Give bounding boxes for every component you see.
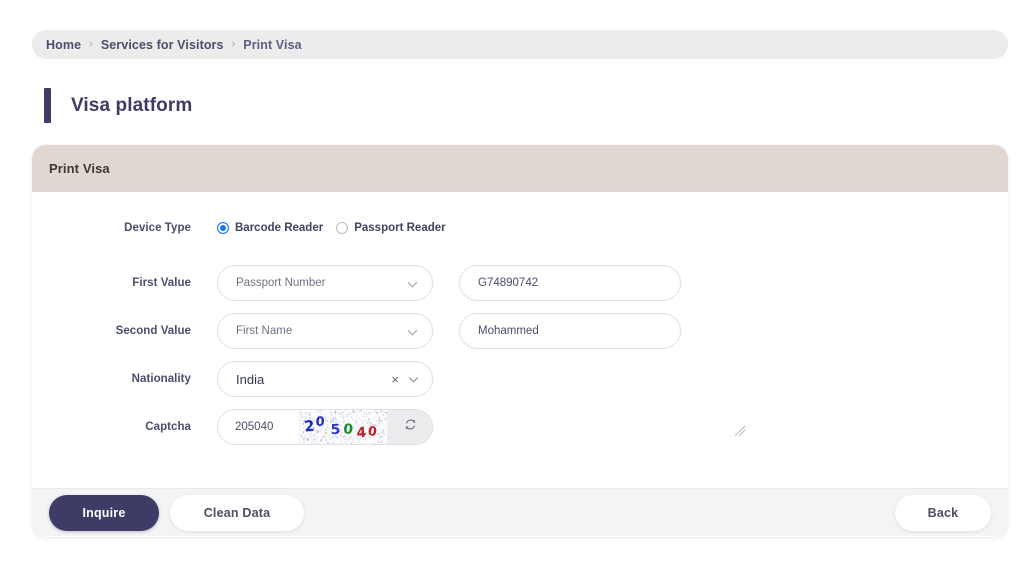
chevron-down-icon xyxy=(409,279,418,288)
card-header: Print Visa xyxy=(32,145,1008,192)
select-nationality[interactable]: India × xyxy=(217,361,433,397)
select-second-value-type[interactable]: First Name xyxy=(217,313,433,349)
captcha-noise-canvas: 205040 xyxy=(300,410,387,444)
radio-group-device-type: Barcode Reader Passport Reader xyxy=(217,222,446,234)
input-first-value-text: G74890742 xyxy=(478,277,539,289)
radio-passport-reader[interactable]: Passport Reader xyxy=(336,222,446,234)
select-second-value-type-value: First Name xyxy=(236,325,293,337)
resize-handle-icon[interactable] xyxy=(734,424,746,437)
captcha-digit: 2 xyxy=(303,418,315,436)
refresh-icon xyxy=(404,418,417,436)
print-visa-page: Home › Services for Visitors › Print Vis… xyxy=(0,0,1024,563)
input-second-value[interactable]: Mohammed xyxy=(459,313,681,349)
captcha-image: 205040 xyxy=(300,410,388,444)
card-body: Device Type Barcode Reader Passport Read… xyxy=(32,192,1008,489)
select-nationality-controls: × xyxy=(391,370,418,388)
label-captcha: Captcha xyxy=(145,421,191,433)
breadcrumb-separator-icon: › xyxy=(89,38,93,50)
card-header-title: Print Visa xyxy=(49,161,110,176)
form-row-second-value: Second Value First Name Mohammed xyxy=(32,313,681,349)
input-captcha-text: 205040 xyxy=(235,421,274,433)
card-footer: Inquire Clean Data Back xyxy=(32,489,1008,536)
form-row-captcha: Captcha 205040 205040 xyxy=(32,409,433,445)
label-nationality: Nationality xyxy=(131,373,191,385)
page-title: Visa platform xyxy=(71,94,193,116)
clean-data-button[interactable]: Clean Data xyxy=(170,494,304,531)
breadcrumb-item-services-for-visitors[interactable]: Services for Visitors xyxy=(101,38,224,52)
select-nationality-value: India xyxy=(236,371,265,387)
radio-barcode-reader[interactable]: Barcode Reader xyxy=(217,222,323,234)
captcha-refresh-button[interactable] xyxy=(388,410,432,444)
input-second-value-text: Mohammed xyxy=(478,325,539,337)
captcha-digit: 4 xyxy=(356,425,367,442)
radio-barcode-reader-dot[interactable] xyxy=(217,222,229,234)
input-first-value[interactable]: G74890742 xyxy=(459,265,681,301)
label-device-type: Device Type xyxy=(124,222,191,234)
back-button[interactable]: Back xyxy=(895,494,991,531)
form-row-nationality: Nationality India × xyxy=(32,361,433,397)
print-visa-card: Print Visa Device Type Barcode Reader Pa… xyxy=(32,145,1008,537)
form-row-first-value: First Value Passport Number G74890742 xyxy=(32,265,681,301)
radio-barcode-reader-label: Barcode Reader xyxy=(235,222,324,234)
chevron-down-icon xyxy=(409,327,418,336)
footer-actions-left: Inquire Clean Data xyxy=(49,494,304,531)
breadcrumb-item-home[interactable]: Home xyxy=(46,38,81,52)
select-first-value-type[interactable]: Passport Number xyxy=(217,265,433,301)
footer-actions-right: Back xyxy=(895,494,1008,531)
caret-down-icon[interactable] xyxy=(409,370,418,388)
form-row-device-type: Device Type Barcode Reader Passport Read… xyxy=(32,222,446,234)
page-title-row: Visa platform xyxy=(44,88,192,123)
inquire-button[interactable]: Inquire xyxy=(49,494,159,531)
breadcrumb-separator-icon: › xyxy=(231,38,236,50)
label-second-value: Second Value xyxy=(115,325,191,337)
select-first-value-type-value: Passport Number xyxy=(236,277,326,289)
title-accent-bar xyxy=(44,88,51,123)
captcha-digit: 5 xyxy=(330,422,340,438)
radio-passport-reader-label: Passport Reader xyxy=(354,222,446,234)
input-captcha[interactable]: 205040 xyxy=(218,410,300,444)
breadcrumb: Home › Services for Visitors › Print Vis… xyxy=(32,30,1008,59)
captcha-digit: 0 xyxy=(315,415,325,431)
captcha-control: 205040 205040 xyxy=(217,409,433,445)
label-first-value: First Value xyxy=(132,277,191,289)
radio-passport-reader-dot[interactable] xyxy=(336,222,349,234)
breadcrumb-item-print-visa[interactable]: Print Visa xyxy=(243,38,301,52)
clear-icon[interactable]: × xyxy=(391,373,399,386)
captcha-digit: 0 xyxy=(342,421,353,438)
